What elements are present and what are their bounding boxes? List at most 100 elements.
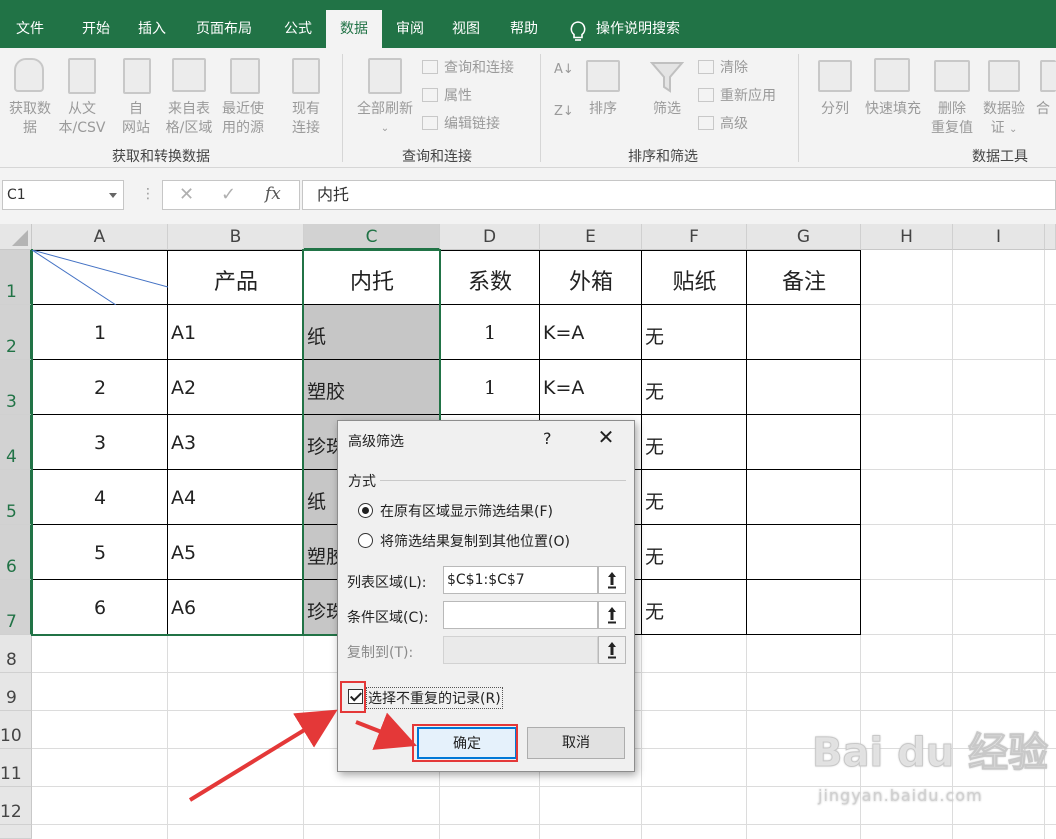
tell-me-search[interactable]: 操作说明搜索: [596, 10, 706, 48]
radio-copy-to-location[interactable]: [358, 533, 373, 548]
table-cell[interactable]: A1: [171, 322, 196, 344]
cancel-button[interactable]: 取消: [527, 727, 625, 759]
column-header-e[interactable]: E: [540, 224, 642, 250]
from-text-button[interactable]: 从文 本/CSV: [54, 100, 110, 138]
header-remark[interactable]: 备注: [747, 264, 861, 296]
cancel-icon[interactable]: ✕: [179, 184, 194, 205]
table-cell[interactable]: 无: [645, 432, 664, 459]
criteria-range-input[interactable]: [443, 601, 598, 629]
table-cell[interactable]: 1: [440, 377, 540, 399]
table-cell[interactable]: A2: [171, 377, 196, 399]
tab-page-layout[interactable]: 页面布局: [186, 10, 262, 48]
table-cell[interactable]: 纸: [307, 487, 326, 514]
table-cell[interactable]: A4: [171, 487, 196, 509]
sort-button[interactable]: 排序: [582, 100, 624, 119]
column-header-b[interactable]: B: [168, 224, 304, 250]
existing-connections-button[interactable]: 现有 连接: [282, 100, 330, 138]
row-header-3[interactable]: 3: [0, 360, 32, 415]
reapply-button[interactable]: 重新应用: [698, 86, 776, 106]
table-cell[interactable]: 无: [645, 542, 664, 569]
tab-review[interactable]: 审阅: [382, 10, 438, 48]
tab-data[interactable]: 数据: [326, 10, 382, 48]
help-icon[interactable]: ?: [543, 429, 552, 448]
table-cell[interactable]: 5: [32, 542, 168, 564]
chevron-down-icon[interactable]: [109, 193, 117, 198]
table-cell[interactable]: 3: [32, 432, 168, 454]
row-header-12[interactable]: 12: [0, 787, 32, 825]
table-cell[interactable]: 无: [645, 377, 664, 404]
table-cell[interactable]: 塑胶: [307, 377, 345, 404]
table-cell[interactable]: 无: [645, 322, 664, 349]
column-header-h[interactable]: H: [861, 224, 953, 250]
tab-home[interactable]: 开始: [68, 10, 124, 48]
from-web-button[interactable]: 自 网站: [110, 100, 162, 138]
unique-records-label[interactable]: 选择不重复的记录(R): [366, 687, 503, 709]
formula-input[interactable]: 内托: [302, 180, 1056, 210]
name-box[interactable]: C1: [2, 180, 124, 210]
column-header-i[interactable]: I: [953, 224, 1045, 250]
clear-filter-button[interactable]: 清除: [698, 58, 748, 78]
properties-button[interactable]: 属性: [422, 86, 472, 106]
row-header-10[interactable]: 10: [0, 711, 32, 749]
recent-sources-button[interactable]: 最近使 用的源: [216, 100, 270, 138]
row-header-11[interactable]: 11: [0, 749, 32, 787]
table-cell[interactable]: 1: [440, 322, 540, 344]
table-cell[interactable]: 无: [645, 487, 664, 514]
row-header-9[interactable]: 9: [0, 673, 32, 711]
table-cell[interactable]: 6: [32, 597, 168, 619]
tab-view[interactable]: 视图: [438, 10, 494, 48]
filter-button[interactable]: 筛选: [644, 100, 690, 119]
table-cell[interactable]: A5: [171, 542, 196, 564]
row-header-2[interactable]: 2: [0, 305, 32, 360]
table-cell[interactable]: 1: [32, 322, 168, 344]
close-icon[interactable]: ✕: [594, 425, 618, 449]
table-cell[interactable]: A6: [171, 597, 196, 619]
row-header-4[interactable]: 4: [0, 415, 32, 470]
column-header-f[interactable]: F: [642, 224, 747, 250]
header-outer-box[interactable]: 外箱: [540, 264, 642, 296]
list-range-input[interactable]: $C$1:$C$7: [443, 566, 598, 594]
tab-file[interactable]: 文件: [2, 10, 58, 48]
refresh-all-button[interactable]: 全部刷新 ⌄: [352, 100, 418, 138]
radio-filter-in-place-label[interactable]: 在原有区域显示筛选结果(F): [380, 501, 553, 521]
table-cell[interactable]: 4: [32, 487, 168, 509]
advanced-filter-button[interactable]: 高级: [698, 114, 748, 134]
table-cell[interactable]: K=A: [543, 377, 584, 399]
column-header-j[interactable]: [1045, 224, 1056, 250]
row-header-8[interactable]: 8: [0, 635, 32, 673]
column-header-d[interactable]: D: [440, 224, 540, 250]
header-product[interactable]: 产品: [168, 264, 304, 296]
data-validation-button[interactable]: 数据验 证 ⌄: [978, 100, 1030, 139]
header-coefficient[interactable]: 系数: [440, 264, 540, 296]
table-cell[interactable]: K=A: [543, 322, 584, 344]
column-header-a[interactable]: A: [32, 224, 168, 250]
column-header-c[interactable]: C: [304, 224, 440, 250]
check-icon[interactable]: ✓: [221, 184, 236, 205]
from-table-button[interactable]: 来自表 格/区域: [162, 100, 216, 138]
consolidate-button[interactable]: 合: [1030, 100, 1056, 119]
insert-function-icon[interactable]: fx: [265, 184, 281, 204]
row-header-1[interactable]: 1: [0, 250, 32, 305]
queries-connections-button[interactable]: 查询和连接: [422, 58, 514, 78]
list-range-collapse-button[interactable]: [598, 566, 626, 594]
header-inner-tray[interactable]: 内托: [304, 264, 440, 296]
select-all-button[interactable]: [0, 224, 32, 250]
radio-filter-in-place[interactable]: [358, 503, 373, 518]
row-header-13[interactable]: [0, 825, 32, 839]
tab-formulas[interactable]: 公式: [270, 10, 326, 48]
tab-insert[interactable]: 插入: [124, 10, 180, 48]
sort-az-icon[interactable]: A↓: [554, 62, 574, 84]
sort-za-icon[interactable]: Z↓: [554, 104, 574, 126]
flash-fill-button[interactable]: 快速填充: [860, 100, 926, 119]
row-header-6[interactable]: 6: [0, 525, 32, 580]
row-header-7[interactable]: 7: [0, 580, 32, 635]
table-cell[interactable]: 纸: [307, 322, 326, 349]
criteria-range-collapse-button[interactable]: [598, 601, 626, 629]
tab-help[interactable]: 帮助: [494, 10, 554, 48]
drag-handle-icon[interactable]: ⋮: [141, 186, 155, 202]
table-cell[interactable]: 2: [32, 377, 168, 399]
table-cell[interactable]: 无: [645, 597, 664, 624]
radio-copy-to-location-label[interactable]: 将筛选结果复制到其他位置(O): [380, 531, 570, 551]
table-cell[interactable]: A3: [171, 432, 196, 454]
header-sticker[interactable]: 贴纸: [642, 264, 747, 296]
